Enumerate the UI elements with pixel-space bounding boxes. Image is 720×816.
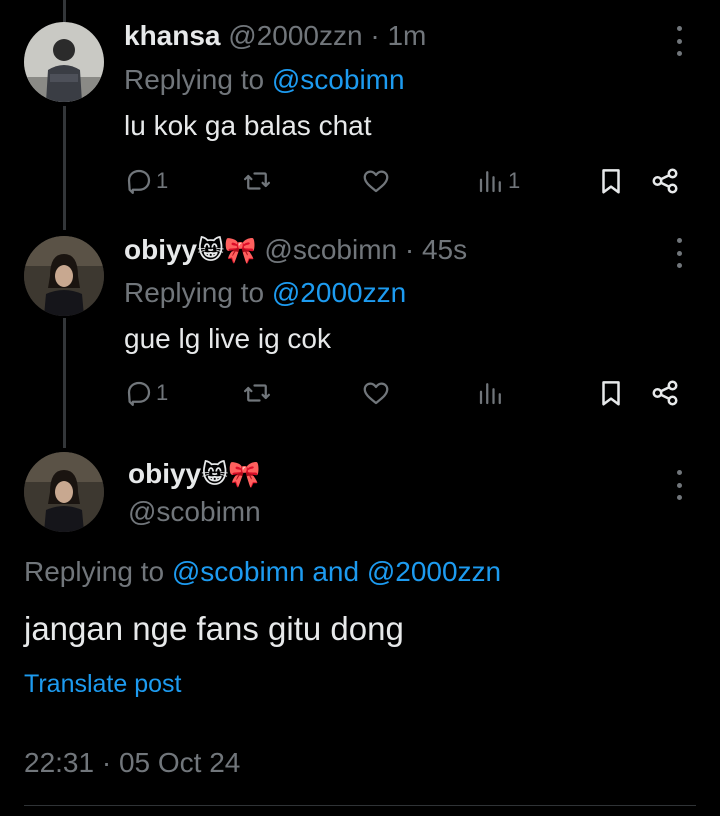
translate-link[interactable]: Translate post: [24, 670, 181, 699]
handle[interactable]: @2000zzn: [228, 20, 362, 51]
replying-to: Replying to @scobimn: [124, 64, 405, 96]
replying-prefix: Replying to: [24, 556, 165, 587]
display-name[interactable]: obiyy: [124, 234, 197, 265]
handle[interactable]: @scobimn: [264, 234, 397, 265]
reply-icon: [127, 169, 151, 194]
share-button[interactable]: [650, 378, 680, 408]
main-display-name-row: obiyy😸🎀: [128, 458, 261, 490]
share-icon: [652, 168, 678, 194]
replying-to: Replying to @2000zzn: [124, 277, 406, 309]
like-button[interactable]: [361, 378, 393, 408]
tweet-text: lu kok ga balas chat: [124, 110, 372, 141]
retweet-button[interactable]: [242, 166, 274, 196]
display-name[interactable]: obiyy: [128, 458, 201, 489]
post-timestamp[interactable]: 22:31 · 05 Oct 24: [24, 747, 240, 779]
more-options-icon[interactable]: [673, 470, 685, 500]
display-name[interactable]: khansa: [124, 20, 221, 51]
more-options-icon[interactable]: [673, 238, 685, 268]
more-options-icon[interactable]: [673, 26, 685, 56]
retweet-icon: [244, 384, 270, 402]
avatar[interactable]: [24, 22, 104, 102]
heart-icon: [363, 382, 389, 405]
replying-to-link[interactable]: @scobimn: [272, 64, 405, 95]
timestamp[interactable]: · 1m: [370, 20, 426, 51]
reply-count: 1: [156, 168, 169, 193]
replying-to: Replying to @scobimn and @2000zzn: [24, 556, 501, 588]
reply-count: 1: [156, 380, 169, 405]
thread-line-2: [63, 318, 66, 448]
replying-prefix: Replying to: [124, 64, 265, 95]
replying-prefix: Replying to: [124, 277, 265, 308]
retweet-button[interactable]: [242, 378, 274, 408]
timestamp[interactable]: · 45s: [405, 234, 467, 265]
replying-to-link[interactable]: @2000zzn: [272, 277, 406, 308]
bookmark-button[interactable]: [596, 378, 626, 408]
thread-line-top: [63, 0, 66, 22]
view-count: 1: [508, 168, 521, 193]
reply-button[interactable]: 1: [124, 166, 168, 196]
name-emoji: 😸🎀: [201, 459, 261, 489]
tweet-header: obiyy😸🎀 @scobimn · 45s: [124, 234, 467, 266]
views-icon: [479, 383, 501, 405]
main-tweet-text: jangan nge fans gitu dong: [24, 610, 404, 647]
heart-icon: [363, 170, 389, 193]
avatar[interactable]: [24, 236, 104, 316]
views-button[interactable]: 1: [476, 166, 520, 196]
name-emoji: 😸🎀: [197, 235, 257, 265]
views-button[interactable]: [476, 378, 508, 408]
bookmark-button[interactable]: [596, 166, 626, 196]
tweet-header: khansa @2000zzn · 1m: [124, 20, 426, 52]
like-button[interactable]: [361, 166, 393, 196]
bookmark-icon: [602, 169, 620, 194]
bookmark-icon: [602, 381, 620, 406]
views-icon: [479, 171, 501, 193]
share-button[interactable]: [650, 166, 680, 196]
thread-line-1: [63, 106, 66, 230]
replying-and: and: [312, 556, 360, 587]
divider: [24, 805, 696, 806]
handle[interactable]: @scobimn: [128, 496, 261, 528]
tweet-text: gue lg live ig cok: [124, 323, 332, 354]
replying-to-link[interactable]: @scobimn: [172, 556, 305, 587]
share-icon: [652, 380, 678, 406]
reply-icon: [127, 381, 151, 406]
reply-button[interactable]: 1: [124, 378, 168, 408]
avatar[interactable]: [24, 452, 104, 532]
replying-to-link[interactable]: @2000zzn: [367, 556, 501, 587]
retweet-icon: [244, 172, 270, 190]
